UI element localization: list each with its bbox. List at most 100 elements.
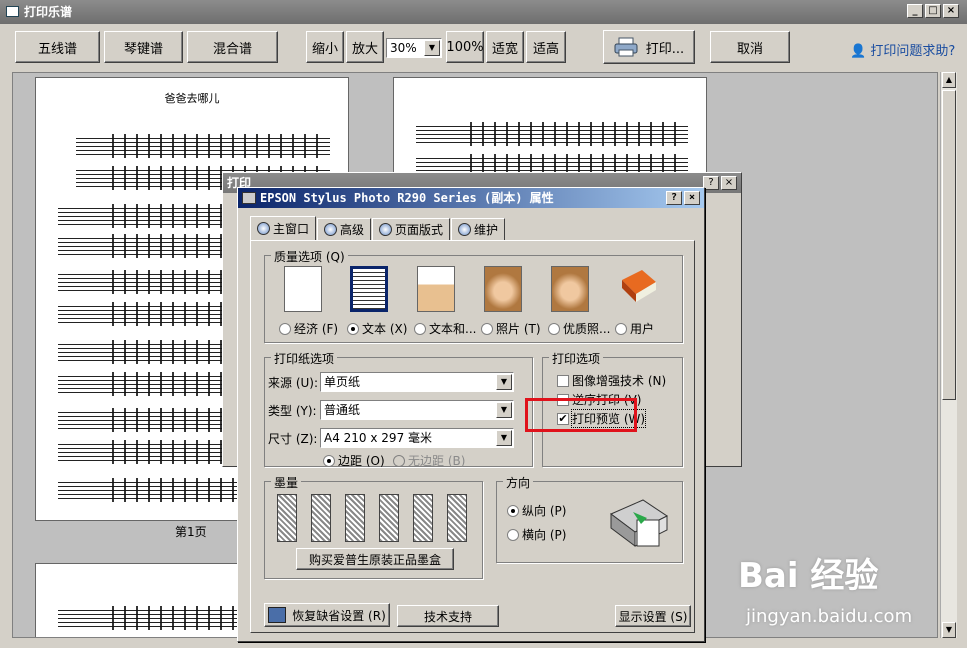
quality-text-radio[interactable]: 文本 (X) bbox=[347, 320, 407, 337]
ink-cartridge-light-magenta bbox=[447, 494, 467, 542]
quality-best-photo-radio[interactable]: 优质照... bbox=[548, 320, 610, 337]
fit-height-button[interactable]: 适高 bbox=[526, 31, 566, 63]
best-photo-quality-icon bbox=[551, 266, 589, 312]
chevron-down-icon: ▼ bbox=[496, 374, 512, 390]
tab-advanced[interactable]: 高级 bbox=[317, 218, 372, 240]
properties-close-button[interactable]: × bbox=[684, 191, 700, 205]
page-1-title: 爸爸去哪儿 bbox=[164, 92, 220, 105]
help-link[interactable]: 👤 打印问题求助? bbox=[850, 40, 955, 59]
ink-cartridge-black bbox=[277, 494, 297, 542]
radio-selected-icon bbox=[507, 504, 519, 517]
main-tab-icon bbox=[257, 222, 270, 235]
ink-cartridge-cyan bbox=[311, 494, 331, 542]
print-button[interactable]: 打印... bbox=[603, 30, 695, 64]
radio-disabled-icon bbox=[393, 454, 405, 467]
properties-help-button[interactable]: ? bbox=[666, 191, 682, 205]
quality-custom-label: 用户 bbox=[630, 322, 655, 336]
keyboard-notation-button[interactable]: 琴键谱 bbox=[104, 31, 183, 63]
ink-legend: 墨量 bbox=[271, 474, 302, 491]
landscape-label: 横向 (P) bbox=[522, 528, 567, 542]
page-1-label: 第1页 bbox=[175, 525, 207, 539]
show-settings-button[interactable]: 显示设置 (S) bbox=[615, 605, 691, 627]
chevron-down-icon: ▼ bbox=[496, 402, 512, 418]
tab-maintenance-label: 维护 bbox=[474, 222, 499, 237]
quality-text-image-label: 文本和... bbox=[429, 322, 477, 336]
quality-photo-radio[interactable]: 照片 (T) bbox=[481, 320, 541, 337]
print-button-label: 打印... bbox=[645, 41, 685, 57]
printer-orientation-icon bbox=[610, 499, 668, 547]
minimize-button[interactable]: _ bbox=[907, 4, 923, 18]
zoom-in-button[interactable]: 放大 bbox=[346, 31, 384, 63]
source-select[interactable]: 单页纸 ▼ bbox=[320, 372, 514, 392]
printer-small-icon bbox=[242, 192, 256, 204]
radio-selected-icon bbox=[347, 322, 359, 335]
highlight-box bbox=[525, 398, 637, 432]
quality-economy-label: 经济 (F) bbox=[294, 322, 339, 336]
size-label: 尺寸 (Z): bbox=[268, 432, 318, 446]
text-image-quality-icon bbox=[417, 266, 455, 312]
tab-maintenance[interactable]: 维护 bbox=[451, 218, 506, 240]
checkbox-icon bbox=[557, 374, 569, 387]
print-options-legend: 打印选项 bbox=[549, 350, 604, 367]
orientation-group: 方向 纵向 (P) 横向 (P) bbox=[496, 474, 683, 563]
main-tab-panel: 质量选项 (Q) 经济 (F) 文本 (X) 文本和... 照片 (T) 优质照… bbox=[250, 240, 695, 633]
radio-icon bbox=[279, 322, 291, 335]
ink-cartridge-magenta bbox=[345, 494, 365, 542]
buy-ink-button[interactable]: 购买爱普生原装正品墨盒 bbox=[296, 548, 454, 570]
window-titlebar: 打印乐谱 _ □ × bbox=[0, 0, 967, 24]
printer-icon bbox=[614, 37, 638, 57]
radio-icon bbox=[615, 322, 627, 335]
mixed-notation-button[interactable]: 混合谱 bbox=[187, 31, 278, 63]
close-button[interactable]: × bbox=[943, 4, 959, 18]
zoom-100-button[interactable]: 100% bbox=[446, 31, 484, 63]
margin-label: 边距 (O) bbox=[338, 454, 385, 468]
type-select[interactable]: 普通纸 ▼ bbox=[320, 400, 514, 420]
vertical-scrollbar[interactable]: ▲ ▼ bbox=[940, 72, 957, 638]
zoom-out-button[interactable]: 缩小 bbox=[306, 31, 344, 63]
layout-tab-icon bbox=[379, 223, 393, 236]
tab-main[interactable]: 主窗口 bbox=[250, 216, 317, 240]
quality-text-label: 文本 (X) bbox=[362, 322, 408, 336]
print-dialog-help-button[interactable]: ? bbox=[703, 176, 719, 190]
borderless-label: 无边距 (B) bbox=[408, 454, 466, 468]
zoom-select[interactable]: 30% ▼ bbox=[386, 38, 442, 58]
fit-width-button[interactable]: 适宽 bbox=[486, 31, 524, 63]
image-enhance-checkbox[interactable]: 图像增强技术 (N) bbox=[557, 372, 666, 389]
quality-custom-radio[interactable]: 用户 bbox=[615, 320, 654, 337]
tab-main-label: 主窗口 bbox=[273, 221, 310, 236]
baidu-watermark-url: jingyan.baidu.com bbox=[746, 606, 913, 627]
maximize-button[interactable]: □ bbox=[925, 4, 941, 18]
size-value: A4 210 x 297 毫米 bbox=[324, 431, 433, 445]
chevron-down-icon: ▼ bbox=[424, 40, 440, 56]
portrait-radio[interactable]: 纵向 (P) bbox=[507, 502, 566, 519]
radio-selected-icon bbox=[323, 454, 335, 467]
baidu-watermark-logo: Bai 经验 bbox=[738, 556, 879, 596]
properties-dialog-titlebar: EPSON Stylus Photo R290 Series (副本) 属性 ?… bbox=[238, 188, 704, 208]
tech-support-button[interactable]: 技术支持 bbox=[397, 605, 499, 627]
user-help-icon: 👤 bbox=[850, 44, 867, 59]
staff-notation-button[interactable]: 五线谱 bbox=[15, 31, 100, 63]
landscape-radio[interactable]: 横向 (P) bbox=[507, 526, 566, 543]
app-icon bbox=[6, 6, 19, 17]
tab-page-layout[interactable]: 页面版式 bbox=[372, 218, 451, 240]
quality-legend: 质量选项 (Q) bbox=[271, 248, 348, 265]
scrollbar-thumb[interactable] bbox=[942, 90, 956, 400]
type-label: 类型 (Y): bbox=[268, 404, 317, 418]
restore-defaults-button[interactable]: 恢复缺省设置 (R) bbox=[264, 603, 390, 627]
scroll-down-icon[interactable]: ▼ bbox=[942, 622, 956, 638]
tab-advanced-label: 高级 bbox=[340, 222, 365, 237]
book-icon bbox=[618, 266, 656, 312]
borderless-radio[interactable]: 无边距 (B) bbox=[393, 452, 465, 469]
radio-icon bbox=[507, 528, 519, 541]
quality-group: 质量选项 (Q) 经济 (F) 文本 (X) 文本和... 照片 (T) 优质照… bbox=[264, 248, 683, 343]
size-select[interactable]: A4 210 x 297 毫米 ▼ bbox=[320, 428, 514, 448]
tab-page-layout-label: 页面版式 bbox=[395, 222, 444, 237]
text-quality-icon bbox=[350, 266, 388, 312]
margin-radio[interactable]: 边距 (O) bbox=[323, 452, 385, 469]
cancel-button[interactable]: 取消 bbox=[710, 31, 790, 63]
scroll-up-icon[interactable]: ▲ bbox=[942, 72, 956, 88]
print-dialog-close-button[interactable]: × bbox=[721, 176, 737, 190]
quality-economy-radio[interactable]: 经济 (F) bbox=[279, 320, 338, 337]
restore-defaults-label: 恢复缺省设置 (R) bbox=[292, 608, 386, 623]
quality-text-image-radio[interactable]: 文本和... bbox=[414, 320, 476, 337]
